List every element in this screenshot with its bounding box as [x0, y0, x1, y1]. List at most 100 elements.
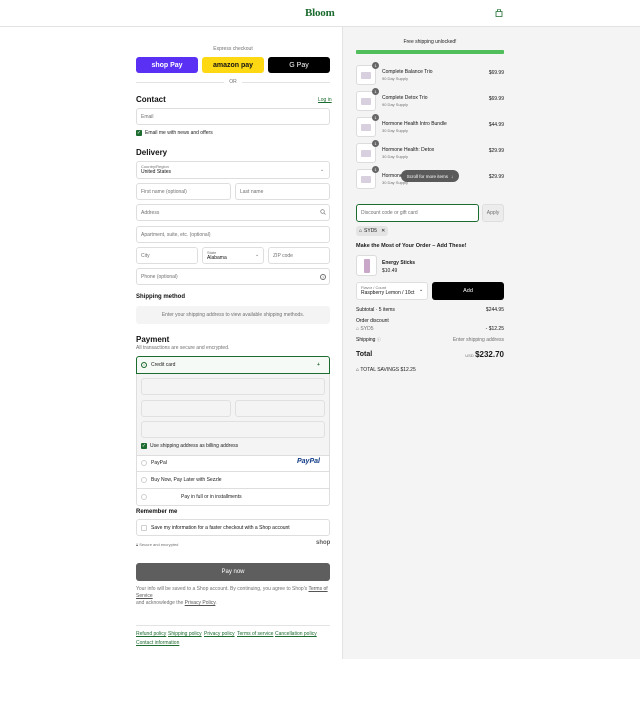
footer-link-terms[interactable]: Terms of service: [237, 631, 273, 637]
discount-code-field[interactable]: Discount code or gift card: [356, 204, 479, 222]
footer-link-privacy[interactable]: Privacy policy: [204, 631, 235, 637]
currency-label: USD: [465, 353, 474, 358]
scroll-hint-label: Scroll for more items: [406, 173, 448, 179]
login-link[interactable]: Log in: [318, 97, 332, 103]
subtotal-value: $244.95: [485, 307, 504, 313]
state-chevron-down-icon: ⌄: [255, 252, 260, 258]
secure-label: Secure and encrypted: [139, 542, 179, 547]
legal-text-c: .: [215, 600, 217, 606]
country-chevron-down-icon: ⌄: [320, 167, 325, 173]
discount-tag-code: SYD5: [364, 228, 378, 234]
cart-item: 1 Hormone Health Intro Bundle 30 Day Sup…: [356, 114, 504, 139]
sezzle-radio[interactable]: [141, 477, 147, 483]
item-subtitle: 30 Day Supply: [382, 128, 409, 133]
quantity-badge: 1: [372, 62, 379, 69]
tag-icon: ⌂: [356, 326, 360, 332]
shop-logo: shop: [316, 540, 331, 546]
secure-note: 🔒︎ Secure and encrypted: [136, 542, 179, 547]
flavor-chevron-down-icon: ⌄: [419, 287, 424, 293]
pay-now-button[interactable]: Pay now: [136, 563, 330, 581]
footer-link-cancellation[interactable]: Cancellation policy: [275, 631, 317, 637]
phone-field[interactable]: Phone (optional): [136, 268, 330, 285]
amazon-pay-button[interactable]: amazon pay: [202, 57, 264, 73]
add-label: Add: [463, 288, 473, 294]
contact-title: Contact: [136, 95, 166, 104]
express-checkout-label: Express checkout: [213, 46, 253, 52]
card-cvv-field[interactable]: [235, 400, 325, 417]
apartment-field[interactable]: Apartment, suite, etc. (optional): [136, 226, 330, 243]
email-field[interactable]: Email: [136, 108, 330, 125]
flavor-value: Raspberry Lemon / 10ct: [361, 290, 415, 296]
country-select[interactable]: Country/Region United States: [136, 161, 330, 179]
quantity-badge: 1: [372, 166, 379, 173]
tag-icon: ⌂: [359, 228, 363, 234]
save-info-label: Save my information for a faster checkou…: [151, 524, 290, 531]
savings-value: $12.25: [400, 367, 416, 373]
quantity-badge: 1: [372, 88, 379, 95]
item-name: Hormone: [382, 173, 403, 179]
scroll-more-button[interactable]: Scroll for more items ↓: [401, 170, 459, 182]
legal-text: Your info will be saved to a Shop accoun…: [136, 586, 336, 607]
add-upsell-button[interactable]: Add: [432, 282, 504, 300]
free-shipping-label: Free shipping unlocked!: [403, 39, 457, 45]
flavor-select[interactable]: Flavor / Count Raspberry Lemon / 10ct: [356, 282, 428, 300]
item-price: $44.99: [488, 122, 504, 128]
phone-placeholder: Phone (optional): [141, 273, 178, 280]
google-pay-button[interactable]: G Pay: [268, 57, 330, 73]
upsell-price: $10.49: [382, 268, 398, 274]
billing-same-label: Use shipping address as billing address: [150, 443, 239, 449]
card-expiry-field[interactable]: [141, 400, 231, 417]
zip-placeholder: ZIP code: [273, 252, 293, 259]
email-placeholder: Email: [141, 113, 154, 120]
city-field[interactable]: City: [136, 247, 198, 264]
shop-pay-button[interactable]: shop Pay: [136, 57, 198, 73]
footer-link-shipping[interactable]: Shipping policy: [168, 631, 202, 637]
save-info-checkbox[interactable]: [141, 524, 147, 531]
save-info-box[interactable]: Save my information for a faster checkou…: [136, 519, 330, 536]
shipping-line: Shipping ⓘ: [356, 337, 381, 343]
billing-same-checkbox[interactable]: ✓: [141, 443, 147, 449]
footer-link-refund[interactable]: Refund policy: [136, 631, 166, 637]
footer-link-contact[interactable]: Contact information: [136, 640, 179, 646]
installments-radio[interactable]: [141, 494, 147, 500]
apartment-placeholder: Apartment, suite, etc. (optional): [141, 231, 211, 238]
remove-discount-icon[interactable]: ✕: [381, 228, 385, 234]
amazon-pay-label: amazon pay: [212, 61, 254, 69]
news-label: Email me with news and offers: [145, 130, 213, 136]
paypal-label: PayPal: [151, 460, 167, 466]
card-number-field[interactable]: [141, 378, 325, 395]
legal-text-a: Your info will be saved to a Shop accoun…: [136, 586, 309, 592]
total-value: $232.70: [475, 350, 504, 359]
info-icon[interactable]: ⓘ: [377, 337, 381, 342]
discount-code-label: SYD5: [360, 326, 374, 332]
first-name-field[interactable]: First name (optional): [136, 183, 231, 200]
free-shipping-progress: [356, 50, 504, 54]
savings-label: TOTAL SAVINGS: [360, 367, 400, 373]
country-value: United States: [141, 169, 172, 175]
card-name-field[interactable]: [141, 421, 325, 438]
discount-tag: ⌂ SYD5 ✕: [356, 226, 388, 236]
zip-field[interactable]: ZIP code: [268, 247, 330, 264]
item-subtitle: 90 Day Supply: [382, 102, 409, 107]
help-icon[interactable]: ?: [320, 274, 326, 280]
order-discount-label: Order discount: [356, 318, 389, 324]
total-line: USD $232.70: [430, 350, 504, 359]
shipping-value: Enter shipping address: [452, 337, 504, 343]
shopping-bag-icon[interactable]: [495, 9, 503, 17]
last-name-placeholder: Last name: [240, 188, 264, 195]
payment-subtitle: All transactions are secure and encrypte…: [136, 345, 230, 351]
cart-item: 1 Complete Detox Trio 90 Day Supply $69.…: [356, 88, 504, 113]
free-shipping-progress-fill: [356, 50, 504, 54]
item-name: Hormone Health Intro Bundle: [382, 121, 447, 127]
address-field[interactable]: Address: [136, 204, 330, 221]
news-checkbox[interactable]: ✓: [136, 130, 142, 136]
last-name-field[interactable]: Last name: [235, 183, 330, 200]
brand-logo[interactable]: Bloom: [305, 7, 335, 19]
privacy-link[interactable]: Privacy Policy: [185, 600, 216, 606]
credit-card-radio[interactable]: [141, 362, 147, 368]
cart-item: 1 Hormone Health: Detox 30 Day Supply $2…: [356, 140, 504, 165]
paypal-radio[interactable]: [141, 460, 147, 466]
discount-code-line: ⌂ SYD5: [356, 326, 373, 332]
apply-button[interactable]: Apply: [482, 204, 504, 222]
shipping-method-notice: Enter your shipping address to view avai…: [136, 306, 330, 324]
